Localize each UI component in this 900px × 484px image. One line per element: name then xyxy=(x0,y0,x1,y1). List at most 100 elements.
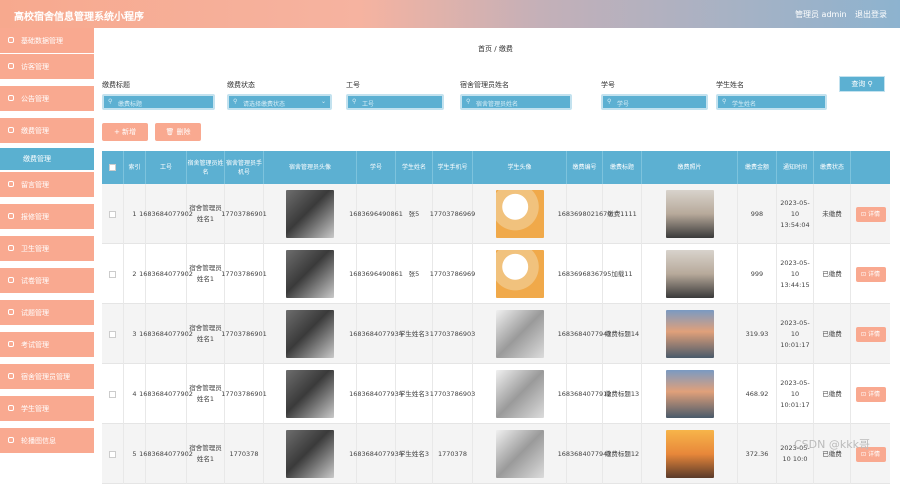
search-icon: ⚲ xyxy=(466,98,471,105)
cell-xuehao: 1683684077934 xyxy=(349,364,403,424)
sidebar-item-students[interactable]: 学生管理 xyxy=(0,396,94,422)
cell-payment-title: 缴费标题12 xyxy=(603,424,642,484)
table-row: 3 1683684077902 宿舍管理员姓名1 17703786901 168… xyxy=(102,304,890,364)
gonghao-search-input[interactable]: ⚲ 工号 xyxy=(346,94,444,110)
detail-button[interactable]: ⊡ 详情 xyxy=(855,266,886,282)
cell-payment-no: 1683684077947 xyxy=(558,304,611,364)
cell-student-phone: 1770378 xyxy=(433,424,473,484)
row-checkbox[interactable] xyxy=(109,390,116,398)
menu-icon xyxy=(8,277,14,283)
menu-icon xyxy=(8,213,14,219)
sidebar-item-carousel[interactable]: 轮播图信息 xyxy=(0,428,94,454)
cell-gonghao: 1683684077902 xyxy=(139,244,193,304)
manager-avatar-image xyxy=(286,190,334,238)
delete-button[interactable]: 🗑 删除 xyxy=(155,123,201,141)
sidebar-item-exams[interactable]: 考试管理 xyxy=(0,332,94,358)
sidebar-item-hygiene[interactable]: 卫生管理 xyxy=(0,236,94,262)
row-checkbox[interactable] xyxy=(109,270,116,278)
add-button[interactable]: + 新增 xyxy=(102,123,148,141)
payment-photo-image xyxy=(665,190,714,238)
col-amount: 缴费金额 xyxy=(738,151,777,184)
cell-status: 已缴费 xyxy=(814,424,851,484)
search-button[interactable]: 查询 ⚲ xyxy=(839,76,885,92)
status-select[interactable]: ⚲ 请选择缴费状态 ⌄ xyxy=(227,94,332,110)
payment-photo-image xyxy=(665,250,714,298)
top-header: 高校宿舍信息管理系统小程序 管理员 admin 退出登录 xyxy=(0,0,900,28)
sidebar: 基础数据管理 访客管理 公告管理 缴费管理 缴费管理 留言管理 报修管理 卫生管… xyxy=(0,28,94,459)
sidebar-item-dorm-managers[interactable]: 宿舍管理员管理 xyxy=(0,364,94,390)
menu-icon xyxy=(8,341,14,347)
cell-notice-time: 2023-05-10 13:54:04 xyxy=(777,184,814,244)
xuehao-search-input[interactable]: ⚲ 学号 xyxy=(601,94,708,110)
col-status: 缴费状态 xyxy=(814,151,851,184)
filter-label-title: 缴费标题 xyxy=(102,81,130,89)
filter-label-manager-name: 宿舍管理员姓名 xyxy=(460,81,509,89)
detail-button[interactable]: ⊡ 详情 xyxy=(855,206,886,222)
menu-icon xyxy=(8,309,14,315)
sidebar-item-basic-data[interactable]: 基础数据管理 xyxy=(0,28,94,54)
col-notice-time: 通知时间 xyxy=(777,151,814,184)
app-title: 高校宿舍信息管理系统小程序 xyxy=(14,12,144,23)
logout-link[interactable]: 退出登录 xyxy=(855,9,887,20)
cell-gonghao: 1683684077902 xyxy=(139,184,193,244)
menu-icon xyxy=(8,95,14,101)
payment-photo-image xyxy=(665,310,714,358)
menu-icon xyxy=(8,437,14,443)
cell-manager-phone: 17703786901 xyxy=(221,184,267,244)
col-xuehao: 学号 xyxy=(357,151,396,184)
sidebar-item-notices[interactable]: 公告管理 xyxy=(0,86,94,112)
current-user: 管理员 admin xyxy=(795,10,847,19)
row-checkbox[interactable] xyxy=(109,330,116,338)
cell-xuehao: 1683684077934 xyxy=(349,304,403,364)
student-avatar-image xyxy=(495,310,544,358)
cell-student-phone: 17703786903 xyxy=(430,304,475,364)
cell-manager-phone: 17703786901 xyxy=(221,364,267,424)
menu-icon xyxy=(8,245,14,251)
menu-icon xyxy=(8,63,14,69)
sidebar-subitem-payments[interactable]: 缴费管理 xyxy=(0,148,94,170)
cell-xuehao: 1683696490861 xyxy=(349,244,403,304)
cell-amount: 468.92 xyxy=(738,364,777,424)
cell-amount: 998 xyxy=(738,184,777,244)
col-index: 索引 xyxy=(124,151,146,184)
payment-photo-image xyxy=(665,430,714,478)
row-checkbox[interactable] xyxy=(109,450,116,458)
student-avatar-image xyxy=(495,370,544,418)
cell-status: 未缴费 xyxy=(814,184,851,244)
sidebar-item-payments[interactable]: 缴费管理 xyxy=(0,118,94,144)
cell-manager-name: 宿舍管理员姓名1 xyxy=(187,424,225,484)
cell-gonghao: 1683684077902 xyxy=(139,424,193,484)
menu-icon xyxy=(8,127,14,133)
search-icon: ⚲ xyxy=(352,98,357,105)
col-manager-avatar: 宿舍管理员头像 xyxy=(264,151,357,184)
detail-button[interactable]: ⊡ 详情 xyxy=(855,326,886,342)
cell-notice-time: 2023-05-10 10:01:17 xyxy=(777,364,814,424)
detail-button[interactable]: ⊡ 详情 xyxy=(855,386,886,402)
row-checkbox[interactable] xyxy=(109,210,116,218)
cell-student-name: 张5 xyxy=(396,184,433,244)
sidebar-item-repairs[interactable]: 报修管理 xyxy=(0,204,94,230)
manager-name-search-input[interactable]: ⚲ 宿舍管理员姓名 xyxy=(460,94,572,110)
sidebar-item-questions[interactable]: 试题管理 xyxy=(0,300,94,326)
cell-student-name: 学生姓名3 xyxy=(396,424,433,484)
title-search-input[interactable]: ⚲ 缴费标题 xyxy=(102,94,215,110)
col-manager-name: 宿舍管理员姓名 xyxy=(187,151,225,184)
sidebar-item-visitors[interactable]: 访客管理 xyxy=(0,54,94,80)
select-all-header[interactable] xyxy=(102,151,124,184)
menu-icon xyxy=(8,405,14,411)
student-name-search-input[interactable]: ⚲ 学生姓名 xyxy=(716,94,827,110)
sidebar-item-papers[interactable]: 试卷管理 xyxy=(0,268,94,294)
breadcrumb-current: 缴费 xyxy=(498,45,513,53)
filter-label-xuehao: 学号 xyxy=(601,81,615,89)
cell-xuehao: 1683684077934 xyxy=(349,424,403,484)
cell-payment-title: 缴费标题13 xyxy=(603,364,642,424)
breadcrumb-home[interactable]: 首页 xyxy=(478,45,492,53)
cell-gonghao: 1683684077902 xyxy=(139,304,193,364)
select-all-checkbox[interactable] xyxy=(109,164,116,171)
sidebar-item-messages[interactable]: 留言管理 xyxy=(0,172,94,198)
table-row: 5 1683684077902 宿舍管理员姓名1 1770378 1683684… xyxy=(102,424,890,484)
filter-label-gonghao: 工号 xyxy=(346,81,360,89)
trash-icon: 🗑 xyxy=(165,128,175,136)
table-row: 1 1683684077902 宿舍管理员姓名1 17703786901 168… xyxy=(102,184,890,244)
col-student-avatar: 学生头像 xyxy=(473,151,567,184)
